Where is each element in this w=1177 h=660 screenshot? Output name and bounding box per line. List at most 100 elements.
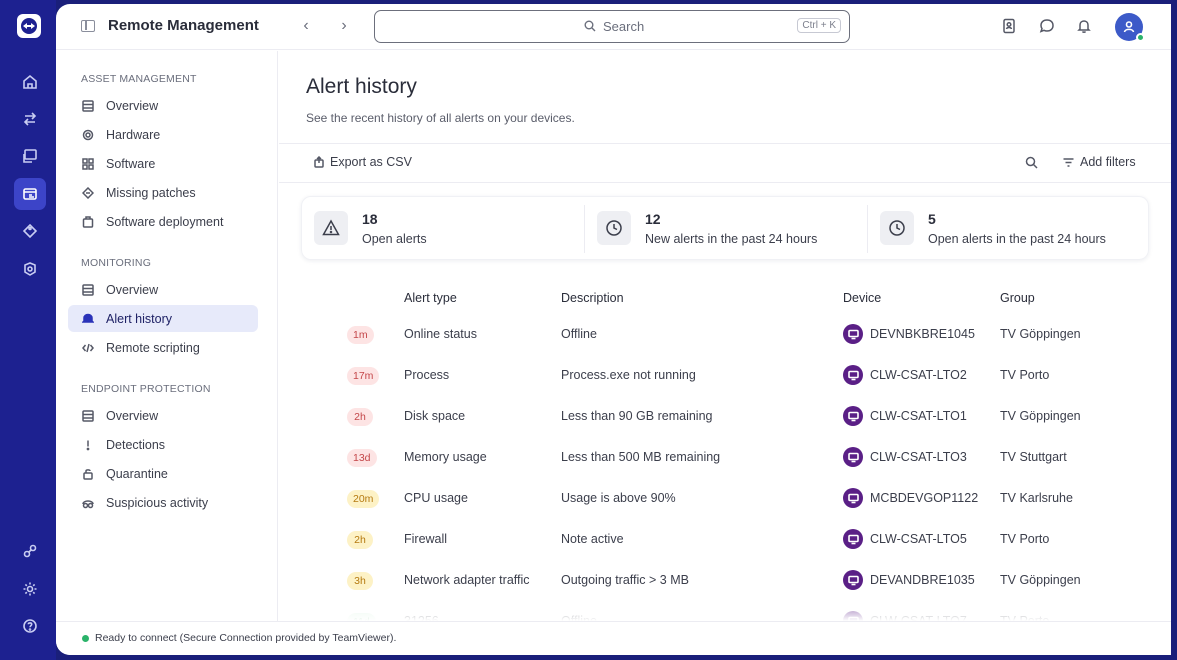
age-badge: 2h (347, 408, 373, 426)
column-header-alert-type[interactable]: Alert type (404, 291, 457, 305)
sidebar-item-detections[interactable]: Detections (68, 431, 258, 458)
sidebar-item-software[interactable]: Software (68, 150, 258, 177)
device-cell: CLW-CSAT-LTO5 (870, 532, 967, 546)
age-badge: 1m (347, 326, 374, 344)
group-cell: TV Göppingen (1000, 327, 1081, 341)
sidebar-item-label: Detections (106, 437, 166, 452)
sidebar-item-label: Overview (106, 98, 159, 113)
table-row[interactable]: 2h Firewall Note active CLW-CSAT-LTO5 TV Por… (279, 520, 1171, 561)
description-cell: Usage is above 90% (561, 491, 676, 505)
chip-icon (82, 129, 94, 141)
export-csv-button[interactable]: Export as CSV (313, 155, 412, 169)
stat-value: 12 (645, 211, 661, 227)
sidebar-item-label: Alert history (106, 311, 172, 326)
clock-icon (880, 211, 914, 245)
clock-icon (597, 211, 631, 245)
sidebar-item-remote-scripting[interactable]: Remote scripting (68, 334, 258, 361)
description-cell: Less than 90 GB remaining (561, 409, 713, 423)
table-row[interactable]: 17m Process Process.exe not running CLW-CSA… (279, 356, 1171, 397)
table-row[interactable]: 1m Online status Offline DEVNBKBRE1045 TV Gö… (279, 315, 1171, 356)
sidebar-item-label: Remote scripting (106, 340, 200, 355)
add-filters-button[interactable]: Add filters (1062, 155, 1136, 169)
alert-type-cell: Disk space (404, 409, 466, 423)
sidebar-item-asset-overview[interactable]: Overview (68, 92, 258, 119)
filters-label: Add filters (1080, 155, 1136, 169)
table-row[interactable]: 20m CPU usage Usage is above 90% MCBDEVGOP1… (279, 479, 1171, 520)
home-icon[interactable] (14, 66, 46, 98)
alert-type-cell: CPU usage (404, 491, 468, 505)
description-cell: Process.exe not running (561, 368, 696, 382)
table-row[interactable]: 2h Disk space Less than 90 GB remaining CLW… (279, 397, 1171, 438)
sidebar-item-alert-history[interactable]: Alert history (68, 305, 258, 332)
integrations-icon[interactable] (14, 535, 46, 567)
device-cell: DEVANDBRE1035 (870, 573, 975, 587)
bell-icon[interactable] (1076, 18, 1094, 36)
group-cell: TV Porto (1000, 368, 1050, 382)
back-arrow-icon[interactable]: ‹ (296, 16, 316, 36)
content-area: Alert history See the recent history of … (279, 51, 1171, 631)
main-panel: Remote Management ‹ › Search Ctrl + K AS… (56, 4, 1171, 655)
table-search-icon[interactable] (1025, 156, 1039, 170)
stats-card: 18 Open alerts 12 New alerts in the past… (301, 196, 1149, 260)
grid-icon (82, 99, 94, 112)
package-icon (82, 215, 94, 228)
device-cell: MCBDEVGOP1122 (870, 491, 979, 505)
search-shortcut: Ctrl + K (797, 18, 841, 33)
search-placeholder: Search (603, 19, 645, 34)
chat-icon[interactable] (1039, 18, 1057, 36)
alert-type-cell: Process (404, 368, 450, 382)
help-icon[interactable] (14, 610, 46, 642)
sidebar-item-label: Overview (106, 408, 159, 423)
group-cell: TV Stuttgart (1000, 450, 1067, 464)
age-badge: 13d (347, 449, 377, 467)
age-badge: 3h (347, 572, 373, 590)
forward-arrow-icon[interactable]: › (334, 16, 354, 36)
patch-icon (82, 186, 94, 199)
description-cell: Less than 500 MB remaining (561, 450, 721, 464)
sidebar-item-hardware[interactable]: Hardware (68, 121, 258, 148)
column-header-group[interactable]: Group (1000, 291, 1035, 305)
user-icon (1123, 21, 1135, 33)
column-header-description[interactable]: Description (561, 291, 624, 305)
sidebar-item-label: Suspicious activity (106, 495, 209, 510)
page-subtitle: See the recent history of all alerts on … (306, 111, 575, 125)
tag-icon[interactable] (14, 215, 46, 247)
avatar[interactable] (1115, 13, 1145, 42)
sidebar-item-label: Missing patches (106, 185, 196, 200)
filter-icon (1063, 157, 1074, 167)
column-header-device[interactable]: Device (843, 291, 881, 305)
status-text: Ready to connect (Secure Connection prov… (95, 632, 397, 644)
age-badge: 2h (347, 531, 373, 549)
devices-icon[interactable] (14, 140, 46, 172)
teamviewer-logo-icon[interactable] (17, 14, 41, 38)
status-bar: Ready to connect (Secure Connection prov… (56, 621, 1171, 655)
sidebar-item-label: Software (106, 156, 156, 171)
sidebar-item-suspicious-activity[interactable]: Suspicious activity (68, 489, 258, 516)
device-monitor-icon (843, 570, 863, 590)
device-monitor-icon (843, 488, 863, 508)
device-monitor-icon (843, 529, 863, 549)
description-cell: Offline (561, 327, 597, 341)
group-cell: TV Porto (1000, 532, 1050, 546)
device-cell: DEVNBKBRE1045 (870, 327, 975, 341)
search-input[interactable]: Search Ctrl + K (374, 10, 850, 43)
stat-new-alerts: 12 New alerts in the past 24 hours (585, 197, 867, 261)
gear-icon[interactable] (14, 573, 46, 605)
table-row[interactable]: 13d Memory usage Less than 500 MB remainin… (279, 438, 1171, 479)
sidebar-item-label: Software deployment (106, 214, 224, 229)
sidebar-item-missing-patches[interactable]: Missing patches (68, 179, 258, 206)
sidebar-item-quarantine[interactable]: Quarantine (68, 460, 258, 487)
remote-management-icon[interactable] (14, 178, 46, 210)
device-monitor-icon (843, 365, 863, 385)
alert-type-cell: Online status (404, 327, 477, 341)
sidebar-item-software-deployment[interactable]: Software deployment (68, 208, 258, 235)
sidebar-toggle-icon[interactable] (81, 20, 95, 32)
contact-book-icon[interactable] (1001, 18, 1019, 36)
stat-open-alerts: 18 Open alerts (302, 197, 584, 261)
sidebar-item-monitoring-overview[interactable]: Overview (68, 276, 258, 303)
device-cell: CLW-CSAT-LTO2 (870, 368, 967, 382)
sidebar-item-endpoint-overview[interactable]: Overview (68, 402, 258, 429)
alert-type-cell: Firewall (404, 532, 448, 546)
shield-icon[interactable] (14, 253, 46, 285)
transfer-icon[interactable] (14, 103, 46, 135)
